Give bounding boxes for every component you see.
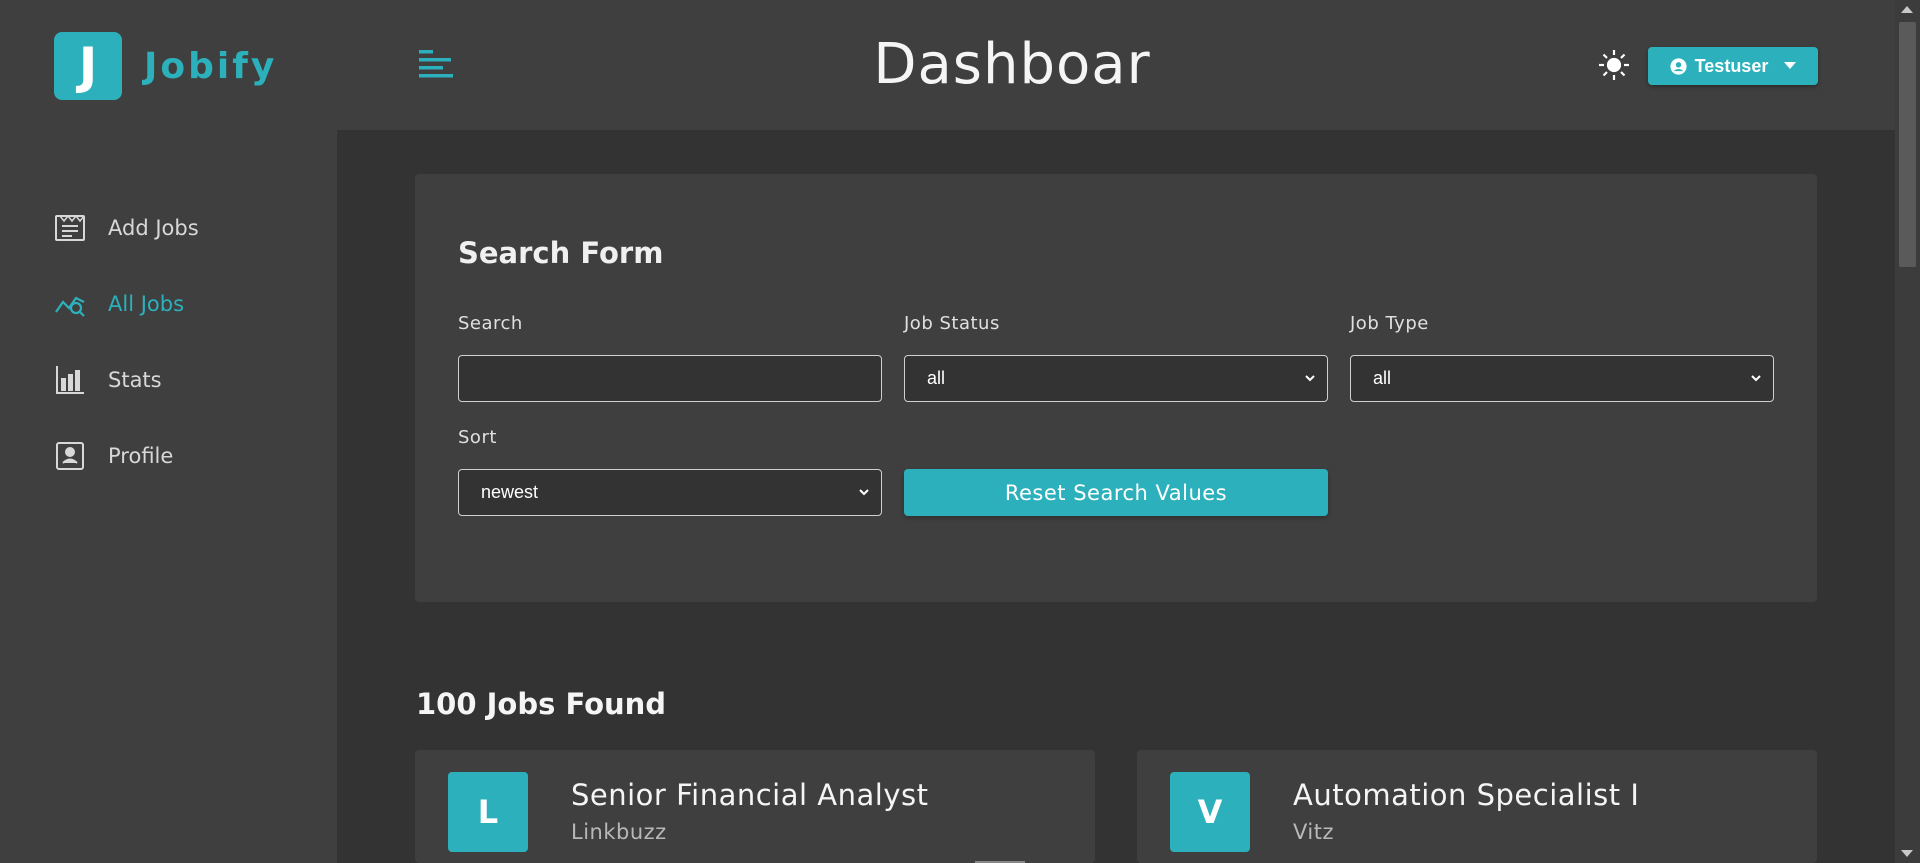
logo[interactable]: J Jobify [54,32,277,100]
scroll-up-arrow-icon[interactable] [1901,6,1913,13]
logo-mark: J [54,32,122,100]
search-label: Search [458,313,523,334]
job-company-avatar: L [448,772,528,852]
sidebar-item-add-jobs[interactable]: Add Jobs [54,190,199,266]
user-circle-icon [1670,57,1687,75]
sidebar-item-label: Stats [108,368,162,392]
job-status-label: Job Status [904,313,1000,334]
sidebar-nav: Add Jobs All Jobs Stats Profile [54,190,199,494]
all-jobs-icon [54,288,86,320]
search-input[interactable] [458,355,882,402]
search-form-title: Search Form [458,236,664,270]
job-title: Automation Specialist I [1293,778,1640,812]
job-type-label: Job Type [1350,313,1429,334]
search-form: Search Form Search Job Status all Job Ty… [415,174,1817,602]
job-card: L Senior Financial Analyst Linkbuzz [415,750,1095,863]
sidebar-item-stats[interactable]: Stats [54,342,199,418]
job-company: Vitz [1293,820,1334,844]
job-company: Linkbuzz [571,820,667,844]
scroll-down-arrow-icon[interactable] [1901,850,1913,857]
jobs-found-count: 100 Jobs Found [416,687,667,721]
logo-text: Jobify [144,45,278,87]
chevron-down-icon [859,489,869,496]
sidebar-item-all-jobs[interactable]: All Jobs [54,266,199,342]
job-card: V Automation Specialist I Vitz [1137,750,1817,863]
sidebar-item-label: Profile [108,444,174,468]
stats-icon [54,364,86,396]
add-jobs-icon [54,212,86,244]
sort-select[interactable]: newest [458,469,882,516]
job-status-select[interactable]: all [904,355,1328,402]
sort-value: newest [481,482,539,502]
job-type-select[interactable]: all [1350,355,1774,402]
page-title: Dashboar [873,32,1151,97]
job-status-value: all [927,368,946,388]
page-scrollbar[interactable] [1895,0,1920,863]
sidebar-item-label: All Jobs [108,292,185,316]
sidebar-item-profile[interactable]: Profile [54,418,199,494]
sort-label: Sort [458,427,497,448]
sun-icon[interactable] [1597,48,1631,82]
job-type-value: all [1373,368,1392,388]
job-title: Senior Financial Analyst [571,778,929,812]
user-menu-button[interactable]: Testuser [1648,47,1818,85]
chevron-down-icon [1305,375,1315,382]
caret-down-icon [1784,62,1797,70]
job-company-avatar: V [1170,772,1250,852]
reset-search-button[interactable]: Reset Search Values [904,469,1328,516]
user-name: Testuser [1694,55,1769,76]
top-navbar: Dashboar Testuser [337,0,1895,130]
sidebar: J Jobify Add Jobs All Jobs Stats Profile [0,0,337,863]
scrollbar-thumb[interactable] [1899,22,1916,267]
sidebar-item-label: Add Jobs [108,216,199,240]
chevron-down-icon [1751,375,1761,382]
profile-icon [54,440,86,472]
